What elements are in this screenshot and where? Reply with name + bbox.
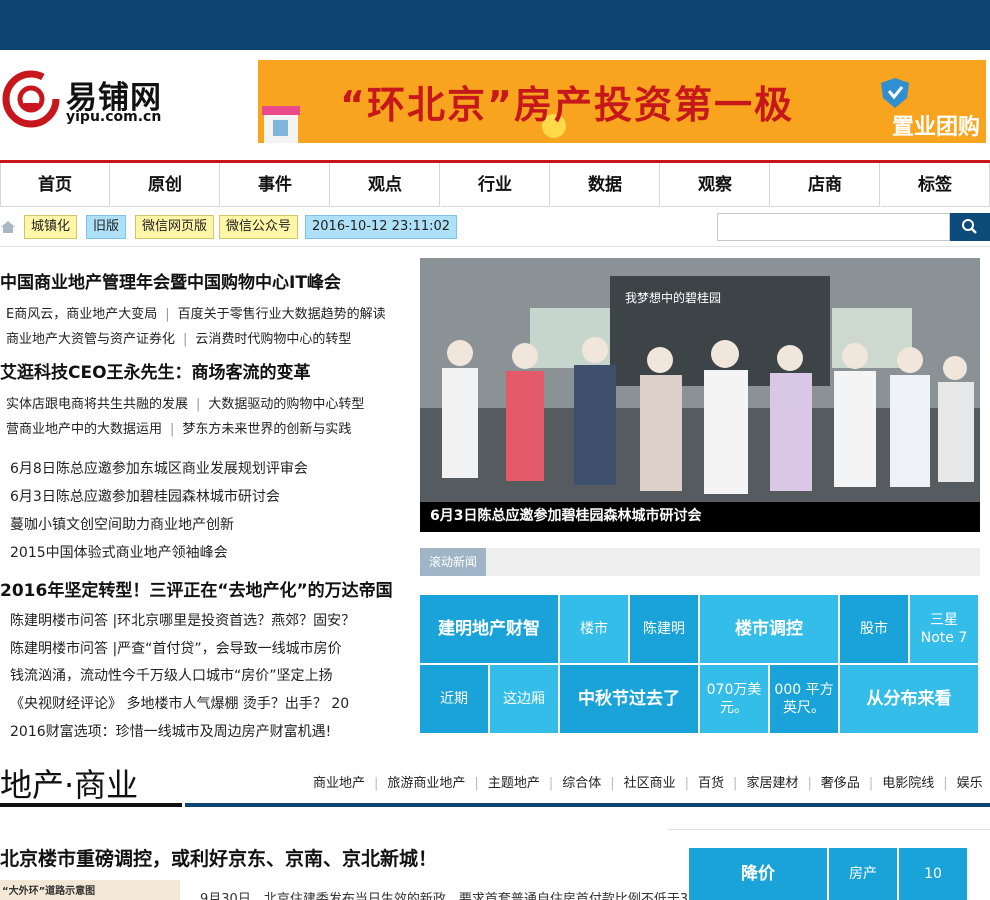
logo-domain: yipu.com.cn (66, 109, 162, 125)
rolling-news-bar: 滚动新闻 (420, 548, 980, 576)
search-input[interactable] (717, 213, 950, 241)
link-row: E商风云，商业地产大变局 | 百度关于零售行业大数据趋势的解读 (6, 307, 386, 322)
banner-headline: “环北京”房产投资第一极 (340, 83, 794, 127)
nav-item-observe[interactable]: 观察 (660, 163, 770, 207)
tag-tile[interactable]: 中秋节过去了 (560, 665, 698, 733)
search-icon (962, 219, 977, 234)
tag-tile[interactable]: 070万美元。 (700, 665, 768, 733)
nav-item-events[interactable]: 事件 (220, 163, 330, 207)
section-link[interactable]: 百货 (698, 776, 724, 791)
headline-3[interactable]: 2016年坚定转型！三评正在“去地产化”的万达帝国 (0, 576, 393, 601)
section-link[interactable]: 社区商业 (624, 776, 676, 791)
news-link[interactable]: 实体店跟电商将共生共融的发展 (6, 397, 188, 412)
news-item[interactable]: 2015中国体验式商业地产领袖峰会 (10, 542, 228, 562)
section-link[interactable]: 综合体 (562, 776, 601, 791)
featured-photo[interactable]: 我梦想中的碧桂园 6月3日陈总应邀参加碧桂园森林城市研讨会 (420, 258, 980, 532)
section-link[interactable]: 电影院线 (882, 776, 934, 791)
tag-tile[interactable]: 000 平方英尺。 (770, 665, 838, 733)
tag-tile[interactable]: 从分布来看 (840, 665, 978, 733)
tag-tile[interactable]: 10 (899, 848, 967, 900)
shop-icon (262, 106, 300, 143)
rolling-news-label: 滚动新闻 (420, 548, 486, 576)
section-divider-blue (185, 803, 990, 807)
news-item[interactable]: 陈建明楼市问答 |严查“首付贷”，会导致一线城市房价 (10, 638, 342, 658)
divider (668, 829, 990, 830)
news-item[interactable]: 2016财富选项：珍惜一线城市及周边房产财富机遇! (10, 721, 331, 741)
top-bar (0, 0, 990, 50)
photo-board-text: 我梦想中的碧桂园 (625, 290, 721, 305)
article-summary: 9月30日，北京住建委发布当日生效的新政，要求首套普通自住房首付款比例不低于3 (200, 892, 689, 900)
section-link[interactable]: 主题地产 (488, 776, 540, 791)
section-link[interactable]: 娱乐 (957, 776, 983, 791)
link-row: 商业地产大资管与资产证券化 | 云消费时代购物中心的转型 (6, 332, 352, 347)
news-item[interactable]: 陈建明楼市问答 |环北京哪里是投资首选？燕郊？固安？ (10, 610, 355, 630)
nav-item-opinion[interactable]: 观点 (330, 163, 440, 207)
nav-item-original[interactable]: 原创 (110, 163, 220, 207)
logo-mark-icon (2, 70, 60, 128)
nav-item-data[interactable]: 数据 (550, 163, 660, 207)
news-item[interactable]: 《央视财经评论》 多地楼市人气爆棚 烫手？出手？ 20 (10, 693, 349, 713)
news-link[interactable]: 云消费时代购物中心的转型 (195, 332, 351, 347)
news-link[interactable]: E商风云，商业地产大变局 (6, 307, 157, 322)
sub-bar: 城镇化 旧版 微信网页版 微信公众号 2016-10-12 23:11:02 (0, 211, 990, 247)
news-item[interactable]: 6月8日陈总应邀参加东城区商业发展规划评审会 (10, 458, 308, 478)
tag-tile[interactable]: 房产 (829, 848, 897, 900)
tag-tile[interactable]: 股市 (840, 595, 908, 663)
news-link[interactable]: 营商业地产中的大数据运用 (6, 422, 162, 437)
tag-old-version[interactable]: 旧版 (86, 215, 127, 239)
tag-tile[interactable]: 楼市调控 (700, 595, 838, 663)
link-row: 营商业地产中的大数据运用 | 梦东方未来世界的创新与实践 (6, 422, 352, 437)
section-title: 地产·商业 (0, 766, 139, 804)
tag-urbanization[interactable]: 城镇化 (24, 215, 78, 239)
tag-tile[interactable]: 三星Note 7 (910, 595, 978, 663)
headline-1[interactable]: 中国商业地产管理年会暨中国购物中心IT峰会 (0, 268, 341, 293)
nav-item-home[interactable]: 首页 (0, 163, 110, 207)
home-icon[interactable] (0, 220, 16, 234)
news-link[interactable]: 梦东方未来世界的创新与实践 (182, 422, 351, 437)
news-item[interactable]: 6月3日陈总应邀参加碧桂园森林城市研讨会 (10, 486, 280, 506)
section-link[interactable]: 奢侈品 (821, 776, 860, 791)
tag-wechat-web[interactable]: 微信网页版 (135, 215, 215, 239)
section-link[interactable]: 家居建材 (746, 776, 798, 791)
news-link[interactable]: 百度关于零售行业大数据趋势的解读 (178, 307, 386, 322)
tag-tile[interactable]: 建明地产财智 (420, 595, 558, 663)
news-item[interactable]: 钱流汹涌，流动性今千万级人口城市“房价”坚定上扬 (10, 665, 333, 685)
section-links: 商业地产 | 旅游商业地产 | 主题地产 | 综合体 | 社区商业 | 百货 | 家居建材 | 奢侈品 | 电影… (313, 776, 983, 791)
tag-tile[interactable]: 降价 (689, 848, 827, 900)
section-link[interactable]: 旅游商业地产 (387, 776, 465, 791)
news-link[interactable]: 商业地产大资管与资产证券化 (6, 332, 175, 347)
tag-tile[interactable]: 楼市 (560, 595, 628, 663)
section-divider-dark (0, 803, 182, 807)
news-link[interactable]: 大数据驱动的购物中心转型 (208, 397, 364, 412)
photo-caption[interactable]: 6月3日陈总应邀参加碧桂园森林城市研讨会 (420, 502, 980, 532)
site-logo[interactable]: 易铺网 yipu.com.cn (2, 68, 172, 132)
nav-item-tags[interactable]: 标签 (880, 163, 990, 207)
nav-item-industry[interactable]: 行业 (440, 163, 550, 207)
banner-brand: 置业团购 (891, 115, 980, 140)
news-item[interactable]: 蔓咖小镇文创空间助力商业地产创新 (10, 514, 234, 534)
shield-icon (881, 78, 909, 108)
section-link[interactable]: 商业地产 (313, 776, 365, 791)
article-thumbnail[interactable]: “大外环”道路示意图 (0, 880, 180, 900)
ad-banner[interactable]: “环北京”房产投资第一极 置业团购 (258, 60, 986, 143)
tag-tile[interactable]: 近期 (420, 665, 488, 733)
main-nav: 首页 原创 事件 观点 行业 数据 观察 店商 标签 (0, 160, 990, 207)
tag-tile[interactable]: 陈建明 (630, 595, 698, 663)
headline-2[interactable]: 艾逛科技CEO王永先生：商场客流的变革 (0, 358, 311, 383)
link-row: 实体店跟电商将共生共融的发展 | 大数据驱动的购物中心转型 (6, 397, 365, 412)
group-photo-image: 我梦想中的碧桂园 (420, 258, 980, 532)
nav-item-eshop[interactable]: 店商 (770, 163, 880, 207)
thumbnail-caption: “大外环”道路示意图 (2, 886, 96, 897)
section-headline[interactable]: 北京楼市重磅调控，或利好京东、京南、京北新城！ (0, 844, 437, 871)
datetime-badge: 2016-10-12 23:11:02 (305, 215, 458, 239)
tag-tile[interactable]: 这边厢 (490, 665, 558, 733)
search-button[interactable] (950, 213, 990, 241)
tag-wechat-account[interactable]: 微信公众号 (219, 215, 299, 239)
